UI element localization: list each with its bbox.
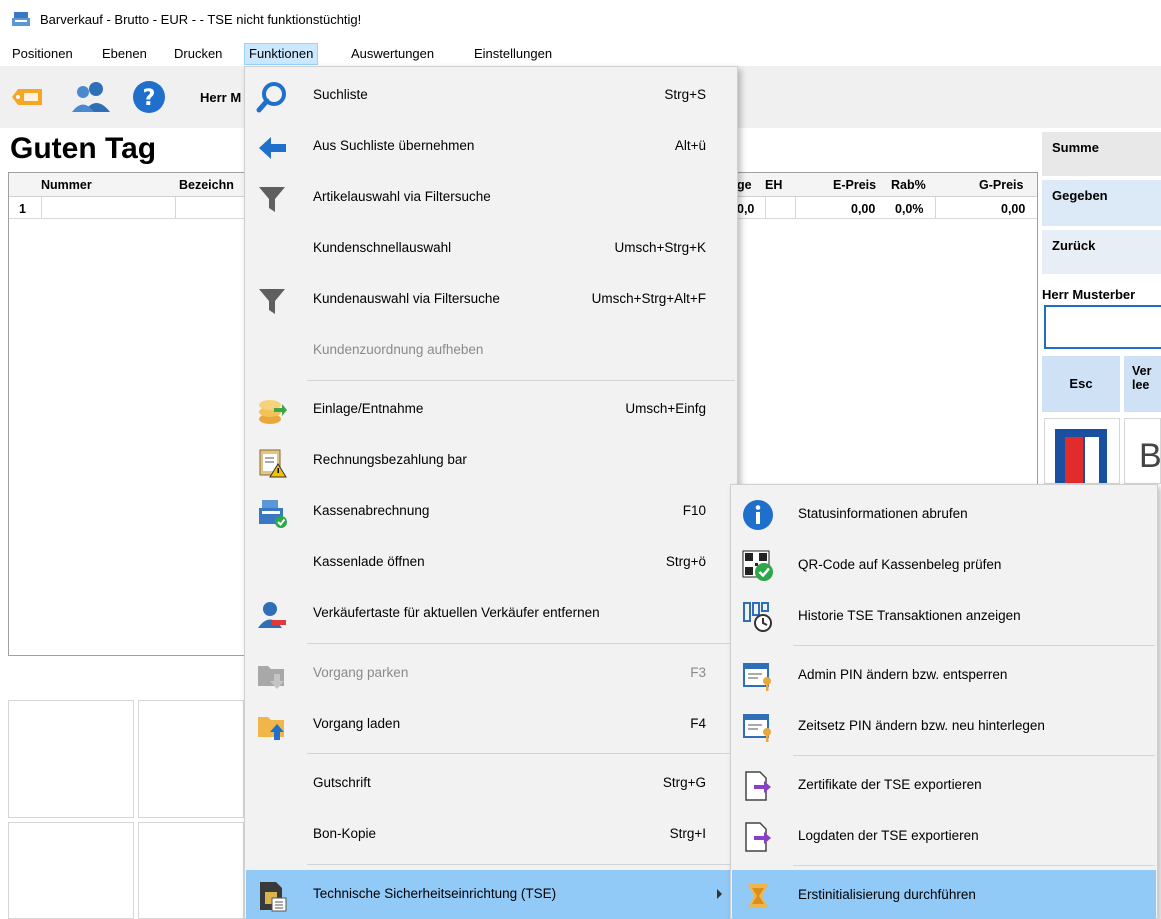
tse-submenu: Statusinformationen abrufen QR-Code auf … (730, 484, 1158, 919)
submenu-item-historie[interactable]: Historie TSE Transaktionen anzeigen (732, 591, 1156, 641)
zurueck-label: Zurück (1042, 230, 1161, 274)
help-icon[interactable]: ? (132, 80, 166, 114)
row-rabatt: 0,0% (895, 202, 924, 216)
export-icon (745, 771, 771, 801)
customer-name: Herr Musterber (1042, 287, 1136, 302)
arrow-left-icon (259, 137, 286, 159)
pin-key-icon (743, 714, 771, 742)
row-gpreis: 0,00 (1001, 202, 1026, 216)
bar-payment-button[interactable]: B (1124, 418, 1161, 484)
menu-item-kassenabrechnung[interactable]: Kassenabrechnung F10 (246, 487, 736, 537)
col-rabatt[interactable]: Rab% (891, 178, 926, 192)
submenu-item-admin-pin[interactable]: Admin PIN ändern bzw. entsperren (732, 650, 1156, 700)
magnifier-icon (256, 82, 286, 113)
folder-up-icon (258, 717, 284, 740)
folder-down-icon (258, 666, 284, 689)
menu-item-verkaeufertaste[interactable]: Verkäufertaste für aktuellen Verkäufer e… (246, 589, 736, 639)
export-icon (745, 822, 771, 852)
row-menge: 0,0 (737, 202, 755, 216)
customer-input[interactable] (1044, 305, 1161, 349)
gegeben-label[interactable]: Gegeben (1042, 180, 1161, 226)
quick-tile[interactable] (138, 700, 244, 818)
menu-bar: Positionen Ebenen Drucken Funktionen Aus… (0, 40, 1161, 66)
menu-item-vorgang-laden[interactable]: Vorgang laden F4 (246, 700, 736, 750)
cash-register-icon (12, 12, 30, 26)
menu-item-gutschrift[interactable]: Gutschrift Strg+G (246, 759, 736, 809)
menu-item-suchliste[interactable]: Suchliste Strg+S (246, 71, 736, 121)
ec-card-icon (1055, 429, 1107, 483)
menu-item-aus-suchliste[interactable]: Aus Suchliste übernehmen Alt+ü (246, 122, 736, 172)
menu-separator (307, 864, 735, 865)
coins-icon (259, 400, 287, 424)
clear-button-line1: Ver (1132, 364, 1152, 378)
menu-item-kassenlade[interactable]: Kassenlade öffnen Strg+ö (246, 538, 736, 588)
submenu-separator (793, 755, 1155, 756)
menu-item-artikelauswahl[interactable]: Artikelauswahl via Filtersuche (246, 173, 736, 223)
submenu-item-logdaten[interactable]: Logdaten der TSE exportieren (732, 811, 1156, 861)
title-bar: Barverkauf - Brutto - EUR - - TSE nicht … (0, 0, 1161, 40)
menu-drucken[interactable]: Drucken (170, 45, 226, 65)
menu-separator (307, 380, 735, 381)
row-position: 1 (19, 202, 26, 216)
filter-icon (259, 187, 285, 212)
col-epreis[interactable]: E-Preis (833, 178, 876, 192)
submenu-item-zeitsetz-pin[interactable]: Zeitsetz PIN ändern bzw. neu hinterlegen (732, 701, 1156, 751)
greeting: Guten Tag (10, 132, 157, 165)
sim-card-icon (260, 882, 287, 912)
filter-icon (259, 289, 285, 314)
window-title: Barverkauf - Brutto - EUR - - TSE nicht … (40, 12, 362, 27)
submenu-separator (793, 645, 1155, 646)
submenu-item-erstinitialisierung[interactable]: Erstinitialisierung durchführen (732, 870, 1156, 919)
menu-item-bon-kopie[interactable]: Bon-Kopie Strg+I (246, 810, 736, 860)
users-icon[interactable] (70, 80, 112, 114)
quick-tile[interactable] (8, 700, 134, 818)
menu-item-einlage-entnahme[interactable]: Einlage/Entnahme Umsch+Einfg (246, 385, 736, 435)
history-icon (743, 602, 772, 632)
clipboard-warning-icon (259, 449, 287, 478)
summe-label: Summe (1042, 132, 1161, 176)
wand-icon (748, 884, 768, 908)
col-gpreis[interactable]: G-Preis (979, 178, 1023, 192)
esc-button[interactable]: Esc (1042, 356, 1120, 412)
clear-button-line2: lee (1132, 378, 1150, 392)
price-tag-icon[interactable] (12, 80, 48, 114)
ec-payment-button[interactable] (1044, 418, 1120, 484)
clear-button[interactable]: Ver lee (1124, 356, 1161, 412)
submenu-arrow-icon (717, 889, 722, 899)
submenu-item-zertifikate[interactable]: Zertifikate der TSE exportieren (732, 760, 1156, 810)
menu-item-kundenschnellauswahl[interactable]: Kundenschnellauswahl Umsch+Strg+K (246, 224, 736, 274)
menu-item-vorgang-parken: Vorgang parken F3 (246, 649, 736, 699)
row-epreis: 0,00 (851, 202, 876, 216)
pin-key-icon (743, 663, 771, 691)
col-menge[interactable]: ge (737, 178, 752, 192)
col-bezeichnung[interactable]: Bezeichn (179, 178, 234, 192)
submenu-separator (793, 865, 1155, 866)
menu-einstellungen[interactable]: Einstellungen (470, 45, 556, 65)
svg-text:?: ? (143, 86, 156, 111)
quick-tile[interactable] (138, 822, 244, 919)
menu-item-rechnungsbezahlung[interactable]: Rechnungsbezahlung bar (246, 436, 736, 486)
menu-item-tse[interactable]: Technische Sicherheitseinrichtung (TSE) (246, 870, 736, 919)
quick-tile[interactable] (8, 822, 134, 919)
current-customer-label: Herr M (200, 90, 242, 105)
menu-item-kundenzuordnung: Kundenzuordnung aufheben (313, 342, 484, 357)
menu-ebenen[interactable]: Ebenen (98, 45, 151, 65)
col-nummer[interactable]: Nummer (41, 178, 92, 192)
menu-auswertungen[interactable]: Auswertungen (347, 45, 438, 65)
submenu-item-qr-code[interactable]: QR-Code auf Kassenbeleg prüfen (732, 540, 1156, 590)
funktionen-menu: Suchliste Strg+S Aus Suchliste übernehme… (244, 66, 738, 919)
menu-item-kundenauswahl[interactable]: Kundenauswahl via Filtersuche Umsch+Strg… (246, 275, 736, 325)
col-eh[interactable]: EH (765, 178, 782, 192)
menu-separator (307, 753, 735, 754)
menu-separator (307, 643, 735, 644)
register-check-icon (259, 500, 287, 528)
info-icon (743, 500, 773, 530)
menu-funktionen[interactable]: Funktionen (244, 43, 319, 65)
submenu-item-statusinformationen[interactable]: Statusinformationen abrufen (732, 489, 1156, 539)
qr-check-icon (742, 550, 773, 581)
menu-positionen[interactable]: Positionen (8, 45, 77, 65)
user-remove-icon (258, 602, 286, 628)
